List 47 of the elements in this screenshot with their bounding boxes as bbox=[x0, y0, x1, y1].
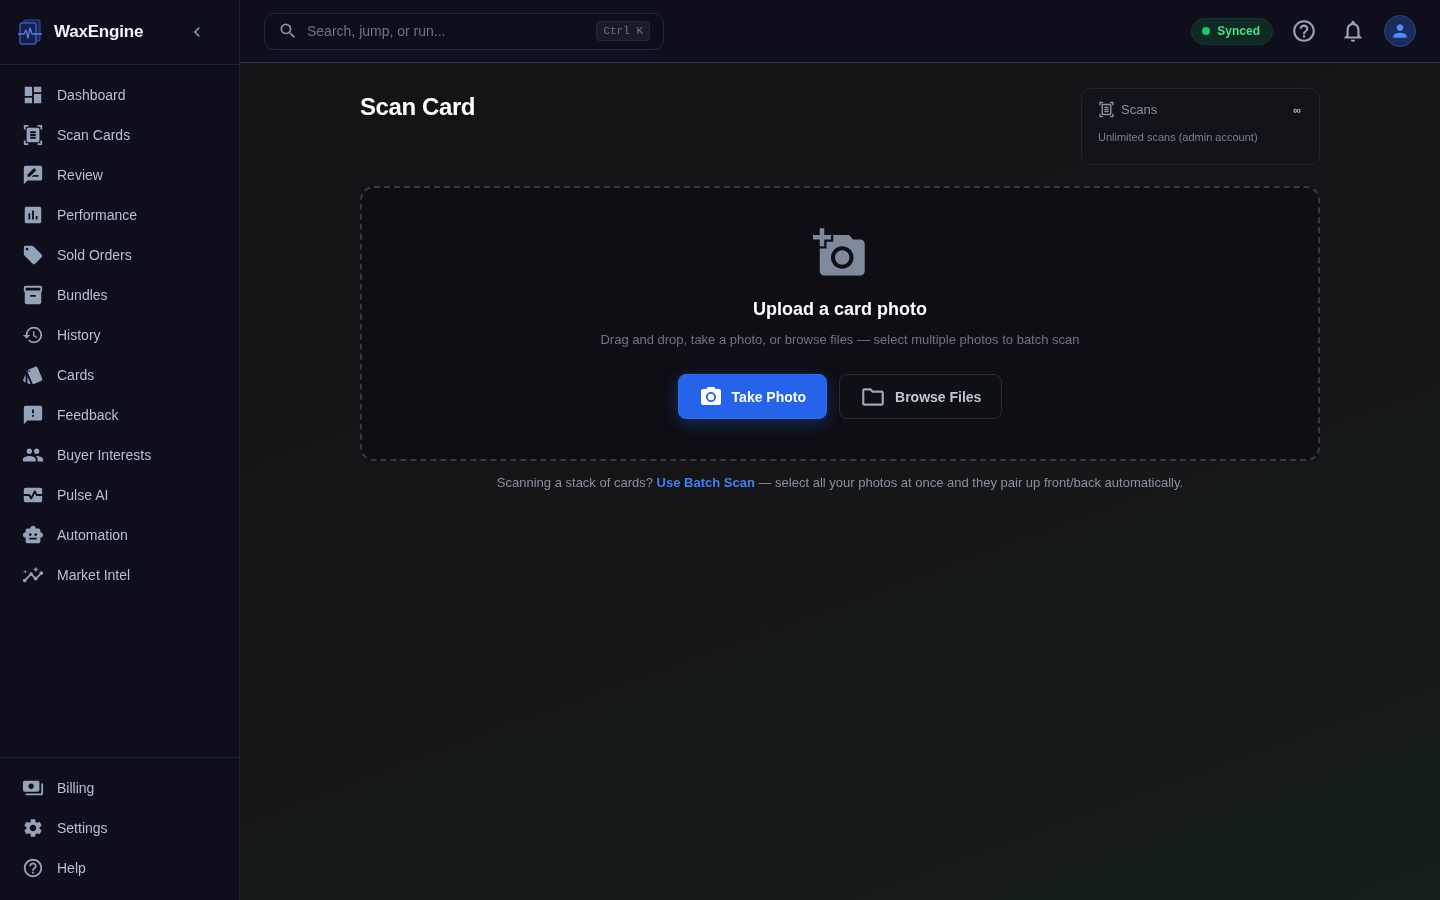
chat-alert-icon bbox=[22, 404, 44, 426]
history-icon bbox=[22, 324, 44, 346]
sidebar-item[interactable]: Sold Orders bbox=[8, 235, 231, 275]
sidebar-item[interactable]: Market Intel bbox=[8, 555, 231, 595]
scans-title: Scans bbox=[1121, 102, 1158, 117]
browse-files-button[interactable]: Browse Files bbox=[839, 374, 1003, 419]
batch-scan-link[interactable]: Use Batch Scan bbox=[656, 475, 755, 490]
archive-box-icon bbox=[22, 284, 44, 306]
scan-frame-icon bbox=[1098, 101, 1115, 118]
sidebar-item[interactable]: Feedback bbox=[8, 395, 231, 435]
tag-icon bbox=[22, 244, 44, 266]
logo-icon bbox=[18, 19, 42, 45]
shortcut-hint: Ctrl K bbox=[596, 20, 650, 41]
scan-frame-icon bbox=[22, 124, 44, 146]
sidebar-item[interactable]: Buyer Interests bbox=[8, 435, 231, 475]
sidebar-item[interactable]: Settings bbox=[8, 808, 231, 848]
scans-count: ∞ bbox=[1293, 103, 1301, 116]
chat-pen-icon bbox=[22, 164, 44, 186]
user-avatar-button[interactable] bbox=[1384, 15, 1416, 47]
sidebar-item[interactable]: Help bbox=[8, 848, 231, 888]
sidebar-item[interactable]: Review bbox=[8, 155, 231, 195]
help-icon bbox=[1291, 18, 1317, 44]
page-title: Scan Card bbox=[360, 92, 476, 122]
cards-icon bbox=[22, 364, 44, 386]
settings-icon bbox=[22, 817, 44, 839]
sidebar-item[interactable]: Cards bbox=[8, 355, 231, 395]
sync-status-text: Synced bbox=[1217, 24, 1260, 38]
sidebar-item[interactable]: Bundles bbox=[8, 275, 231, 315]
sidebar-item[interactable]: Pulse AI bbox=[8, 475, 231, 515]
brand-name: WaxEngine bbox=[54, 22, 144, 42]
sidebar-item[interactable]: Dashboard bbox=[8, 75, 231, 115]
status-dot-icon bbox=[1202, 27, 1211, 35]
sidebar-item[interactable]: Scan Cards bbox=[8, 115, 231, 155]
upload-dropzone[interactable]: Upload a card photo Drag and drop, take a photo, or browse files — select multiple photos to batch scan Take Photo Browse Files bbox=[360, 186, 1320, 461]
sidebar-item[interactable]: Billing bbox=[8, 768, 231, 808]
sidebar-item[interactable]: Automation bbox=[8, 515, 231, 555]
upload-description: Drag and drop, take a photo, or browse files — select multiple photos to batch scan bbox=[600, 331, 1080, 349]
help-icon bbox=[22, 857, 44, 879]
tiles-icon bbox=[22, 84, 44, 106]
take-photo-button[interactable]: Take Photo bbox=[677, 374, 827, 419]
sidebar-item[interactable]: History bbox=[8, 315, 231, 355]
robot-icon bbox=[22, 524, 44, 546]
scans-note: Unlimited scans (admin account) bbox=[1098, 131, 1258, 143]
upload-title: Upload a card photo bbox=[753, 298, 927, 320]
batch-scan-hint: Scanning a stack of cards? Use Batch Scan — select all your photos at once and they pair up front/back automatically. bbox=[496, 474, 1184, 492]
bar-chart-icon bbox=[22, 204, 44, 226]
sidebar-item[interactable]: Performance bbox=[8, 195, 231, 235]
